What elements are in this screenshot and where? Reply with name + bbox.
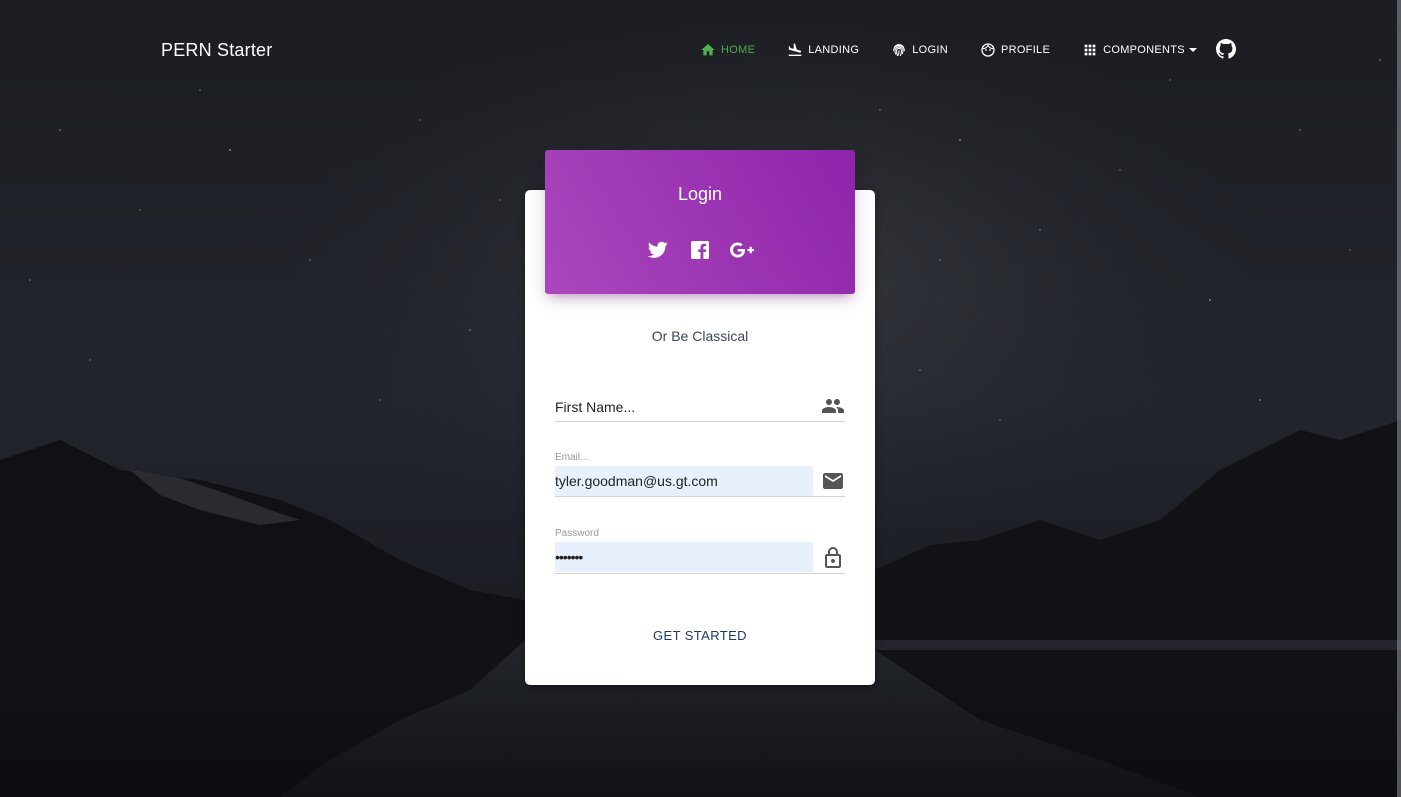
nav-item-label: PROFILE — [1000, 44, 1051, 56]
email-input[interactable]: tyler.goodman@us.gt.com — [555, 466, 813, 496]
nav-menu: HOME LANDING LOGIN PROFILE COMPONENTS — [700, 40, 1229, 60]
twitter-icon[interactable] — [646, 238, 670, 262]
first-name-input[interactable]: First Name... — [555, 392, 813, 422]
lock-icon — [821, 546, 845, 570]
social-login-buttons — [545, 238, 855, 262]
email-label: Email... — [555, 452, 589, 463]
apps-grid-icon — [1082, 42, 1098, 58]
google-plus-icon[interactable] — [730, 238, 754, 262]
mail-icon — [821, 469, 845, 493]
nav-item-label: HOME — [721, 44, 756, 56]
nav-item-label: LANDING — [808, 44, 860, 56]
input-underline — [555, 496, 845, 497]
nav-item-login[interactable]: LOGIN — [891, 42, 948, 58]
password-input[interactable]: ••••••• — [555, 542, 813, 572]
input-underline — [555, 421, 845, 422]
nav-item-profile[interactable]: PROFILE — [980, 42, 1050, 58]
people-icon — [821, 394, 845, 418]
nav-item-landing[interactable]: LANDING — [787, 42, 859, 58]
home-icon — [700, 42, 716, 58]
facebook-icon[interactable] — [688, 238, 712, 262]
fingerprint-icon — [891, 42, 907, 58]
nav-item-components[interactable]: COMPONENTS — [1082, 42, 1197, 58]
nav-item-label: COMPONENTS — [1103, 44, 1185, 56]
get-started-button[interactable]: GET STARTED — [525, 628, 875, 643]
password-field: Password ••••••• — [555, 527, 845, 574]
brand-title[interactable]: PERN Starter — [161, 40, 272, 61]
github-icon[interactable] — [1216, 39, 1236, 59]
login-card-header: Login — [545, 150, 855, 294]
card-title: Login — [677, 184, 723, 204]
nav-item-home[interactable]: HOME — [700, 42, 755, 58]
get-started-label: GET STARTED — [653, 628, 747, 643]
navbar: PERN Starter HOME LANDING LOGIN PROFILE — [0, 0, 1401, 100]
chevron-down-icon — [1188, 48, 1197, 52]
input-underline — [555, 573, 845, 574]
card-subtitle: Or Be Classical — [651, 328, 749, 344]
nav-item-label: LOGIN — [912, 44, 948, 56]
email-field: Email... tyler.goodman@us.gt.com — [555, 451, 845, 498]
face-icon — [980, 42, 996, 58]
password-label: Password — [555, 528, 599, 539]
first-name-field: First Name... — [555, 392, 845, 422]
landing-icon — [787, 42, 803, 58]
